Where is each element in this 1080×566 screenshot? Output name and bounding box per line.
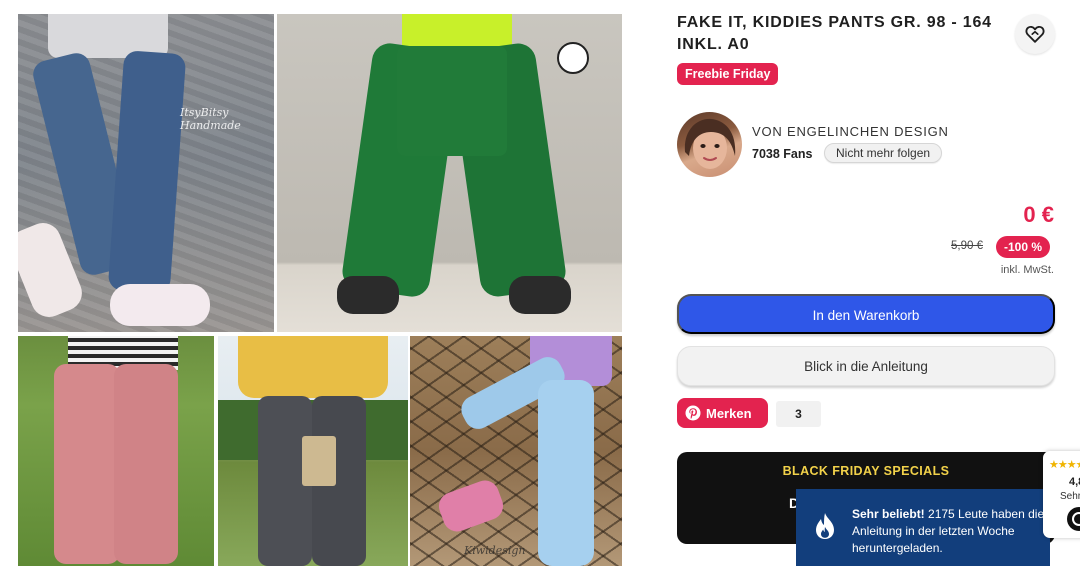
heart-icon bbox=[1025, 25, 1045, 43]
favorite-button[interactable] bbox=[1015, 14, 1055, 54]
view-guide-button[interactable]: Blick in die Anleitung bbox=[677, 346, 1055, 386]
product-image-1[interactable]: ItsyBitsy Handmade bbox=[18, 14, 274, 332]
avatar-portrait bbox=[684, 118, 736, 169]
rating-widget[interactable]: ★★★★★ 4,8 Sehr gut bbox=[1043, 451, 1080, 538]
trust-seal-icon bbox=[1067, 507, 1080, 531]
watermark-itsybitsy: ItsyBitsy Handmade bbox=[180, 106, 241, 132]
unfollow-button[interactable]: Nicht mehr folgen bbox=[824, 143, 943, 163]
designer-name[interactable]: VON ENGELINCHEN DESIGN bbox=[752, 124, 949, 139]
product-image-2[interactable] bbox=[277, 14, 622, 332]
designer-avatar[interactable] bbox=[677, 112, 742, 177]
pin-count: 3 bbox=[776, 401, 821, 427]
rating-stars: ★★★★★ bbox=[1049, 459, 1080, 471]
pinterest-icon bbox=[685, 405, 701, 421]
pinterest-save-button[interactable]: Merken bbox=[677, 398, 768, 428]
pinterest-save-label: Merken bbox=[706, 405, 752, 421]
toast-message: Sehr beliebt! 2175 Leute haben die Anlei… bbox=[852, 506, 1048, 557]
freebie-badge: Freebie Friday bbox=[677, 63, 779, 85]
product-image-5[interactable]: Kiwidesign bbox=[410, 336, 622, 566]
watermark-kiwidesign: Kiwidesign bbox=[464, 544, 526, 557]
original-price: 5,90 € bbox=[951, 240, 983, 252]
fan-count: 7038 Fans bbox=[752, 147, 813, 161]
add-to-cart-button[interactable]: In den Warenkorb bbox=[677, 294, 1055, 334]
product-title: FAKE IT, KIDDIES PANTS GR. 98 - 164 INKL… bbox=[677, 14, 992, 53]
current-price: 0 € bbox=[1023, 202, 1054, 227]
promo-title: BLACK FRIDAY SPECIALS bbox=[782, 464, 950, 478]
product-image-3[interactable] bbox=[18, 336, 214, 566]
toast-bold: Sehr beliebt! bbox=[852, 507, 925, 521]
rating-score: 4,8 bbox=[1069, 476, 1080, 488]
discount-badge: -100 % bbox=[996, 236, 1051, 258]
popularity-toast: Sehr beliebt! 2175 Leute haben die Anlei… bbox=[796, 489, 1050, 566]
product-gallery: ItsyBitsy Handmade Kiwidesign bbox=[18, 14, 622, 566]
vat-note: inkl. MwSt. bbox=[1000, 264, 1054, 276]
product-image-4[interactable] bbox=[218, 336, 408, 566]
flame-icon bbox=[816, 513, 834, 539]
rating-label: Sehr gut bbox=[1060, 491, 1080, 502]
